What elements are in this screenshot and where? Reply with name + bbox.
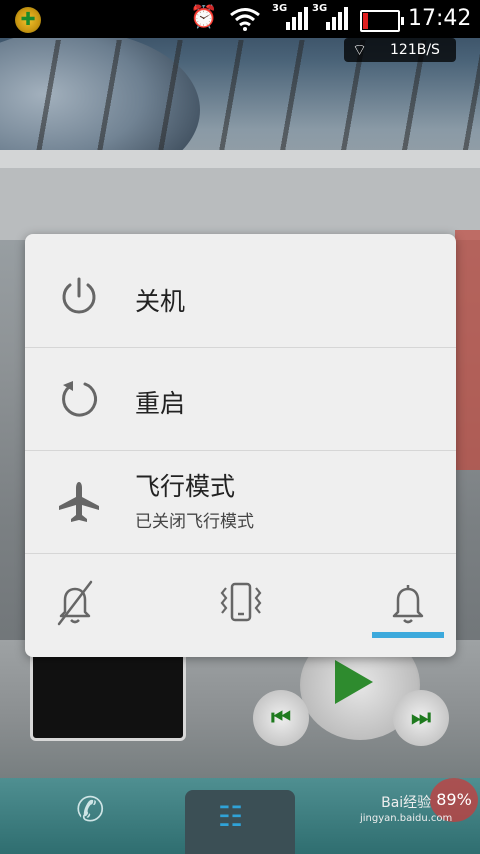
clock: 17:42 <box>408 6 472 31</box>
signal-icon: 3G <box>272 3 308 32</box>
power-off-item[interactable]: 关机 <box>25 244 456 348</box>
watermark: Bai经验 jingyan.baidu.com <box>360 795 452 827</box>
network-speed-text: 121B/S <box>390 42 440 58</box>
wall-strip <box>0 150 480 168</box>
power-menu-dialog: 关机 重启 飞行模式 已关闭飞行模式 <box>25 234 456 657</box>
previous-track-button[interactable]: ⏮ <box>253 690 309 746</box>
airplane-mode-item[interactable]: 飞行模式 已关闭飞行模式 <box>25 451 456 554</box>
app-grid-icon: ☷ <box>218 800 244 833</box>
watermark-url: jingyan.baidu.com <box>360 813 453 824</box>
mute-icon <box>57 580 93 626</box>
side-panel-decoration <box>455 230 480 470</box>
status-bar: ✚ ⏰ 3G 3G 17:42 <box>0 0 480 38</box>
next-icon: ⏭ <box>411 705 431 731</box>
alarm-icon: ⏰ <box>190 5 218 30</box>
sound-mode-button[interactable] <box>380 574 436 630</box>
restart-icon <box>62 381 98 417</box>
previous-icon: ⏮ <box>271 705 291 731</box>
vibrate-mode-button[interactable] <box>213 574 269 630</box>
phone-icon[interactable]: ✆ <box>76 790 105 830</box>
airplane-mode-label: 飞行模式 <box>135 472 236 501</box>
next-track-button[interactable]: ⏭ <box>393 690 449 746</box>
wifi-icon: ⌔ <box>352 40 368 59</box>
restart-label: 重启 <box>135 389 186 418</box>
airplane-icon <box>59 482 99 522</box>
sound-mode-selector <box>25 554 456 657</box>
power-icon <box>62 277 96 313</box>
monitor-decoration <box>30 650 186 741</box>
airplane-mode-status: 已关闭飞行模式 <box>135 512 254 532</box>
silent-mode-button[interactable] <box>47 574 103 630</box>
restart-item[interactable]: 重启 <box>25 348 456 451</box>
watermark-title: Bai经验 <box>381 795 432 811</box>
bell-icon <box>392 585 424 624</box>
signal-icon: 3G <box>312 3 348 32</box>
battery-icon <box>360 10 404 32</box>
power-off-label: 关机 <box>135 287 186 316</box>
play-icon[interactable] <box>335 660 373 704</box>
network-speed-indicator: ⌔ 121B/S <box>344 38 456 62</box>
wifi-icon <box>230 8 260 31</box>
selected-mode-indicator <box>372 632 444 638</box>
vibrate-icon <box>220 582 262 622</box>
app-icon: ✚ <box>15 7 41 33</box>
